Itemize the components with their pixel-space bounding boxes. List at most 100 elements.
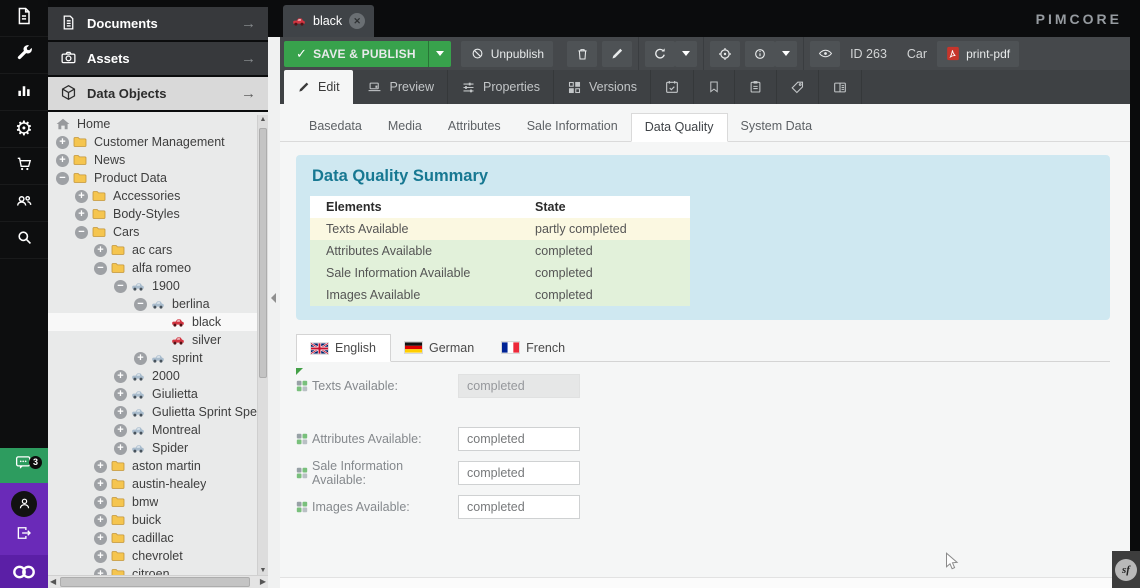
tab-tags[interactable] — [777, 70, 819, 104]
open-object-tab[interactable]: black ✕ — [283, 5, 374, 37]
symfony-profiler-badge[interactable]: sf — [1112, 551, 1140, 588]
tree-expander-icon[interactable] — [94, 478, 107, 491]
language-tab-french[interactable]: French — [488, 334, 579, 361]
notifications-button[interactable]: 3 — [0, 448, 48, 483]
accordion-assets[interactable]: Assets → — [48, 42, 268, 75]
users-rail-button[interactable] — [0, 185, 48, 222]
tree-expander-icon[interactable] — [114, 388, 127, 401]
search-rail-button[interactable] — [0, 222, 48, 259]
tree-vertical-scrollbar[interactable]: ▲ ▼ — [257, 115, 268, 575]
data-tab[interactable]: Data Quality — [631, 113, 728, 142]
tree-expander-icon[interactable] — [114, 280, 127, 293]
tree-item[interactable]: chevrolet — [48, 547, 268, 565]
close-tab-icon[interactable]: ✕ — [349, 13, 365, 29]
tree-expander-icon[interactable] — [56, 136, 69, 149]
save-options-dropdown[interactable] — [428, 41, 451, 67]
tree-item[interactable]: austin-healey — [48, 475, 268, 493]
data-tab[interactable]: Sale Information — [514, 113, 631, 142]
tree-expander-icon[interactable] — [75, 226, 88, 239]
reports-rail-button[interactable] — [0, 74, 48, 111]
accordion-data-objects[interactable]: Data Objects → — [48, 77, 268, 110]
tree-item[interactable]: buick — [48, 511, 268, 529]
delete-button[interactable] — [567, 41, 597, 67]
language-tab-german[interactable]: German — [391, 334, 488, 361]
tree-expander-icon[interactable] — [94, 496, 107, 509]
tree-item[interactable]: aston martin — [48, 457, 268, 475]
tree-item[interactable]: Montreal — [48, 421, 268, 439]
tree-expander-icon[interactable] — [94, 514, 107, 527]
tree-expander-icon[interactable] — [75, 208, 88, 221]
data-tab[interactable]: Media — [375, 113, 435, 142]
tree-item[interactable]: 2000 — [48, 367, 268, 385]
field-value-input[interactable] — [458, 461, 580, 485]
data-tab[interactable]: System Data — [728, 113, 826, 142]
tab-reports[interactable] — [735, 70, 777, 104]
tree-expander-icon[interactable] — [94, 532, 107, 545]
reload-options-dropdown[interactable] — [675, 41, 697, 67]
settings-rail-button[interactable]: ⚙ — [0, 111, 48, 148]
tree-item[interactable]: Giulietta — [48, 385, 268, 403]
collapse-panel-arrow-icon[interactable] — [271, 293, 276, 303]
pimcore-infinity-logo[interactable] — [0, 555, 48, 588]
print-pdf-button[interactable]: print-pdf — [937, 41, 1019, 67]
info-options-dropdown[interactable] — [775, 41, 797, 67]
info-button[interactable] — [745, 41, 775, 67]
tree-item[interactable]: 1900 — [48, 277, 268, 295]
tree-expander-icon[interactable] — [114, 370, 127, 383]
rename-button[interactable] — [602, 41, 632, 67]
documents-rail-button[interactable] — [0, 0, 48, 37]
data-tab[interactable]: Attributes — [435, 113, 514, 142]
scrollbar-thumb[interactable] — [259, 128, 267, 378]
open-preview-button[interactable] — [810, 41, 840, 67]
field-value-input[interactable] — [458, 427, 580, 451]
reload-button[interactable] — [645, 41, 675, 67]
tree-item[interactable]: black — [48, 313, 268, 331]
tree-expander-icon[interactable] — [75, 190, 88, 203]
tree-item[interactable]: Product Data — [48, 169, 268, 187]
tree-item[interactable]: Spider — [48, 439, 268, 457]
tools-rail-button[interactable] — [0, 37, 48, 74]
tree-item[interactable]: alfa romeo — [48, 259, 268, 277]
data-tab[interactable]: Basedata — [296, 113, 375, 142]
scroll-right-arrow-icon[interactable]: ▶ — [260, 577, 266, 586]
tree-expander-icon[interactable] — [114, 406, 127, 419]
tree-expander-icon[interactable] — [94, 244, 107, 257]
tree-expander-icon[interactable] — [94, 550, 107, 563]
tree-item[interactable]: bmw — [48, 493, 268, 511]
tree-expander-icon[interactable] — [114, 424, 127, 437]
tree-item[interactable]: Customer Management — [48, 133, 268, 151]
tree-item[interactable]: sprint — [48, 349, 268, 367]
tab-preview[interactable]: Preview — [353, 70, 448, 104]
language-tab-english[interactable]: English — [296, 334, 391, 362]
tab-notes[interactable] — [694, 70, 735, 104]
tree-expander-icon[interactable] — [94, 262, 107, 275]
scrollbar-thumb[interactable] — [60, 577, 250, 587]
scroll-left-arrow-icon[interactable]: ◀ — [50, 577, 56, 586]
tree-expander-icon[interactable] — [94, 460, 107, 473]
locate-in-tree-button[interactable] — [710, 41, 740, 67]
tree-item[interactable]: berlina — [48, 295, 268, 313]
tree-item[interactable]: Body-Styles — [48, 205, 268, 223]
ecommerce-rail-button[interactable] — [0, 148, 48, 185]
tree-expander-icon[interactable] — [134, 298, 147, 311]
tree-expander-icon[interactable] — [114, 442, 127, 455]
panel-splitter[interactable] — [268, 37, 280, 588]
tab-edit[interactable]: Edit — [284, 70, 353, 104]
save-publish-button[interactable]: ✓ SAVE & PUBLISH — [284, 41, 428, 67]
tree-item[interactable]: silver — [48, 331, 268, 349]
tree-expander-icon[interactable] — [56, 154, 69, 167]
tab-properties[interactable]: Properties — [448, 70, 554, 104]
accordion-documents[interactable]: Documents → — [48, 7, 268, 40]
tree-expander-icon[interactable] — [134, 352, 147, 365]
tree-item[interactable]: Accessories — [48, 187, 268, 205]
tree-item[interactable]: Home — [48, 115, 268, 133]
tree-item[interactable]: ac cars — [48, 241, 268, 259]
tree-expander-icon[interactable] — [56, 172, 69, 185]
tab-schedule[interactable] — [651, 70, 694, 104]
tab-layout[interactable] — [819, 70, 862, 104]
tree-item[interactable]: cadillac — [48, 529, 268, 547]
field-value-input[interactable] — [458, 495, 580, 519]
user-avatar[interactable] — [11, 491, 37, 517]
tab-versions[interactable]: Versions — [554, 70, 651, 104]
scroll-down-arrow-icon[interactable]: ▼ — [258, 567, 268, 574]
